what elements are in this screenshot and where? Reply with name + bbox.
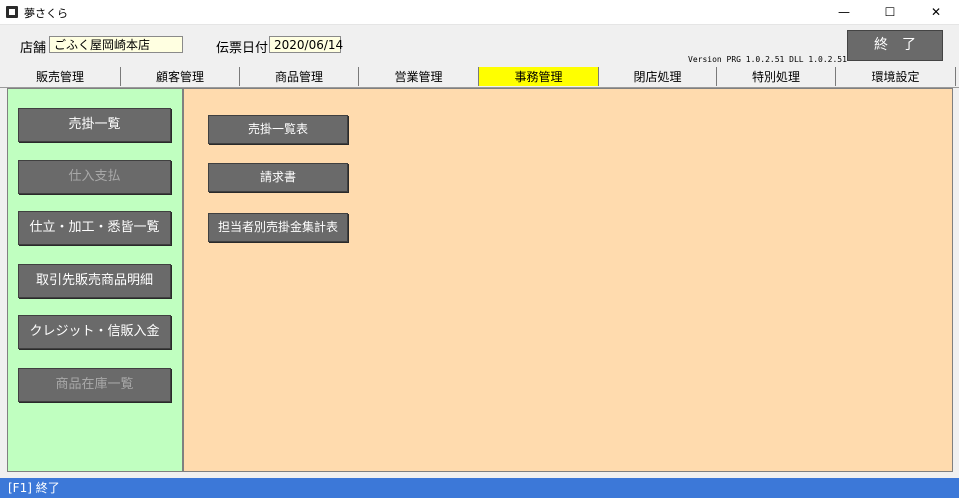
store-field[interactable]: ごふく屋岡崎本店 (49, 36, 183, 53)
main-panel (183, 88, 953, 472)
supplier-sales-detail-button[interactable]: 取引先販売商品明細 (18, 264, 171, 298)
window-title: 夢さくら (24, 7, 68, 20)
tab-special[interactable]: 特別処理 (717, 67, 836, 86)
close-icon[interactable]: ✕ (913, 0, 959, 24)
tailoring-list-button[interactable]: 仕立・加工・悉皆一覧 (18, 211, 171, 245)
tab-business[interactable]: 営業管理 (359, 67, 479, 86)
receivables-list-button[interactable]: 売掛一覧 (18, 108, 171, 142)
status-bar: [F1] 終了 (0, 478, 959, 498)
date-field[interactable]: 2020/06/14 (269, 36, 343, 53)
date-label: 伝票日付 (216, 41, 269, 56)
menu-tabs: 販売管理 顧客管理 商品管理 営業管理 事務管理 閉店処理 特別処理 環境設定 (0, 67, 959, 88)
tab-office[interactable]: 事務管理 (479, 67, 599, 86)
inventory-list-button[interactable]: 商品在庫一覧 (18, 368, 171, 402)
title-bar: 夢さくら — ☐ ✕ (0, 0, 959, 25)
purchase-payment-button[interactable]: 仕入支払 (18, 160, 171, 194)
tab-customers[interactable]: 顧客管理 (121, 67, 240, 86)
staff-receivables-summary-button[interactable]: 担当者別売掛金集計表 (208, 213, 348, 242)
version-text: Version PRG 1.0.2.51 DLL 1.0.2.51 (688, 55, 847, 64)
minimize-icon[interactable]: — (821, 0, 867, 24)
tab-products[interactable]: 商品管理 (240, 67, 359, 86)
store-label: 店舗 (20, 41, 47, 56)
receivables-report-button[interactable]: 売掛一覧表 (208, 115, 348, 144)
tab-settings[interactable]: 環境設定 (836, 67, 956, 86)
exit-button[interactable]: 終了 (847, 30, 943, 61)
maximize-icon[interactable]: ☐ (867, 0, 913, 24)
credit-deposit-button[interactable]: クレジット・信販入金 (18, 315, 171, 349)
invoice-button[interactable]: 請求書 (208, 163, 348, 192)
tab-closing[interactable]: 閉店処理 (599, 67, 717, 86)
app-icon (6, 6, 18, 18)
tab-sales[interactable]: 販売管理 (0, 67, 121, 86)
